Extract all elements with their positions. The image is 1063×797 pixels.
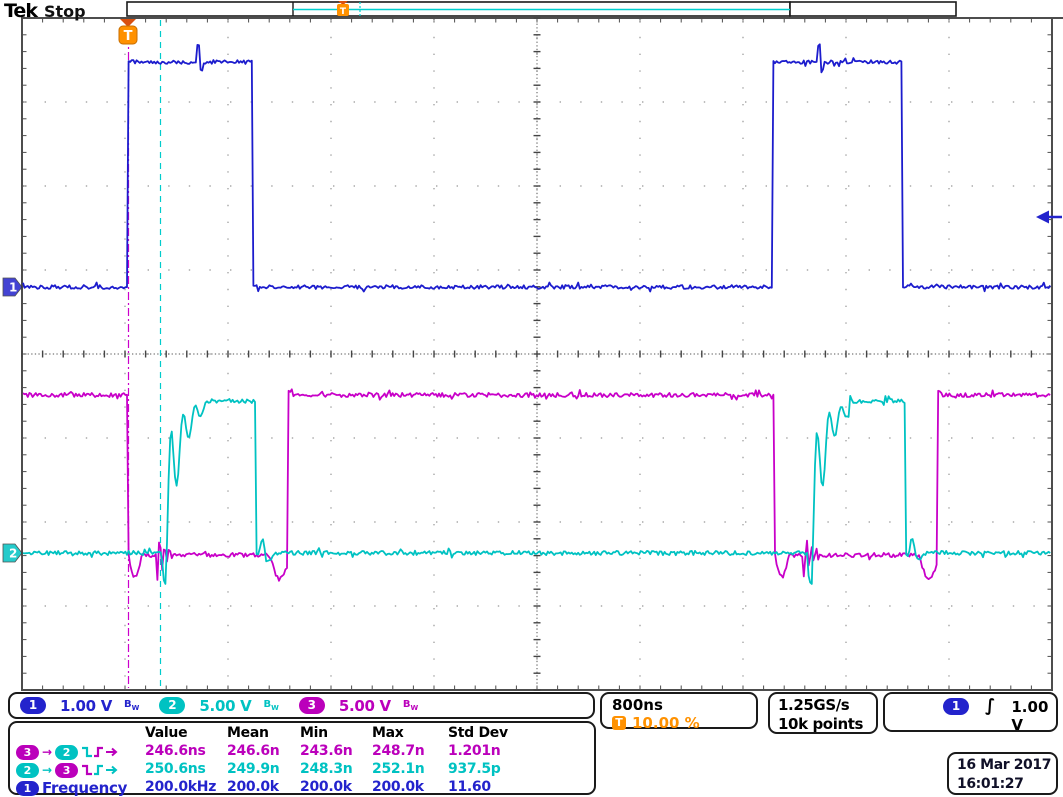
- bandwidth-limit-icon: BW: [124, 699, 139, 712]
- tek-logo: Tek: [4, 0, 37, 22]
- channel-1-ground-marker[interactable]: 1: [3, 278, 22, 296]
- channel-1-badge[interactable]: 1: [20, 697, 46, 714]
- bandwidth-limit-icon: BW: [263, 699, 278, 712]
- channel-1-badge: 1: [16, 781, 39, 796]
- measurement-row-frequency: 1 Frequency 200.0kHz 200.0k 200.0k 200.0…: [10, 779, 594, 797]
- acquisition-status: Stop: [44, 2, 86, 21]
- meas-stddev: 1.201n: [448, 743, 500, 759]
- channel-scale-readout: 1 1.00 V BW 2 5.00 V BW 3 5.00 V BW: [8, 692, 595, 719]
- delay-measure-icon: [81, 745, 121, 759]
- meas-min: 200.0k: [300, 779, 352, 795]
- date: 16 Mar 2017: [957, 756, 1056, 775]
- meas-mean: 246.6n: [227, 743, 279, 759]
- measurement-row-delay-3-2: 3 → 2 246.6ns 246.6n 243.6n 248.7n 1.201…: [10, 743, 594, 761]
- trigger-icon: T: [612, 716, 626, 730]
- channel-3-badge[interactable]: 3: [299, 697, 325, 714]
- channel-2-badge: 2: [55, 745, 78, 760]
- channel-2-badge: 2: [16, 763, 39, 778]
- trigger-readout: 1 ∫ 1.00 V: [883, 692, 1058, 732]
- svg-text:T: T: [124, 29, 133, 44]
- record-view-bar-2: [790, 2, 956, 16]
- rising-edge-icon: ∫: [985, 696, 995, 716]
- timebase-readout: 800ns T 10.00 %: [600, 692, 758, 729]
- meas-max: 200.0k: [372, 779, 424, 795]
- trigger-level: 1.00 V: [1011, 698, 1048, 734]
- datetime-readout: 16 Mar 2017 16:01:27: [947, 752, 1058, 795]
- channel-2-ground-marker[interactable]: 2: [3, 544, 22, 562]
- oscilloscope-screen: T T 1 2 Tek Stop 1 1.00 V BW 2 5.00 V BW 3 …: [0, 0, 1063, 797]
- meas-value: 250.6ns: [145, 761, 205, 777]
- arrow-icon: →: [42, 745, 52, 759]
- meas-mean: 249.9n: [227, 761, 279, 777]
- meas-value: 246.6ns: [145, 743, 205, 759]
- measurement-row-delay-2-3: 2 → 3 250.6ns 249.9n 248.3n 252.1n 937.5…: [10, 761, 594, 779]
- record-length: 10k points: [778, 715, 876, 734]
- sample-rate: 1.25GS/s: [778, 696, 876, 715]
- svg-text:2: 2: [9, 547, 17, 561]
- meas-stddev: 11.60: [448, 779, 491, 795]
- channel-3-scale: 5.00 V: [339, 697, 391, 715]
- meas-value: 200.0kHz: [145, 779, 216, 795]
- channel-2-scale: 5.00 V: [199, 697, 251, 715]
- channel-1-scale: 1.00 V: [60, 697, 112, 715]
- meas-max: 248.7n: [372, 743, 424, 759]
- bandwidth-limit-icon: BW: [403, 699, 418, 712]
- channel-2-badge[interactable]: 2: [159, 697, 185, 714]
- measurement-headers: Value Mean Min Max Std Dev: [10, 725, 594, 742]
- trigger-position: 10.00 %: [632, 714, 700, 732]
- meas-min: 243.6n: [300, 743, 352, 759]
- trigger-source-badge: 1: [943, 698, 969, 715]
- meas-min: 248.3n: [300, 761, 352, 777]
- channel-3-badge: 3: [16, 745, 39, 760]
- delay-measure-icon: [81, 763, 121, 777]
- meas-stddev: 937.5p: [448, 761, 501, 777]
- meas-max: 252.1n: [372, 761, 424, 777]
- measurement-label: Frequency: [42, 779, 127, 797]
- svg-text:1: 1: [9, 281, 17, 295]
- svg-text:T: T: [340, 7, 347, 17]
- channel-3-badge: 3: [55, 763, 78, 778]
- arrow-icon: →: [42, 763, 52, 777]
- meas-mean: 200.0k: [227, 779, 279, 795]
- acquisition-readout: 1.25GS/s 10k points: [768, 692, 878, 734]
- timebase-scale: 800ns: [612, 696, 756, 714]
- waveform-display: T T 1 2: [0, 0, 1063, 692]
- time: 16:01:27: [957, 775, 1056, 794]
- measurement-table: Value Mean Min Max Std Dev 3 → 2 246.6ns…: [8, 721, 596, 795]
